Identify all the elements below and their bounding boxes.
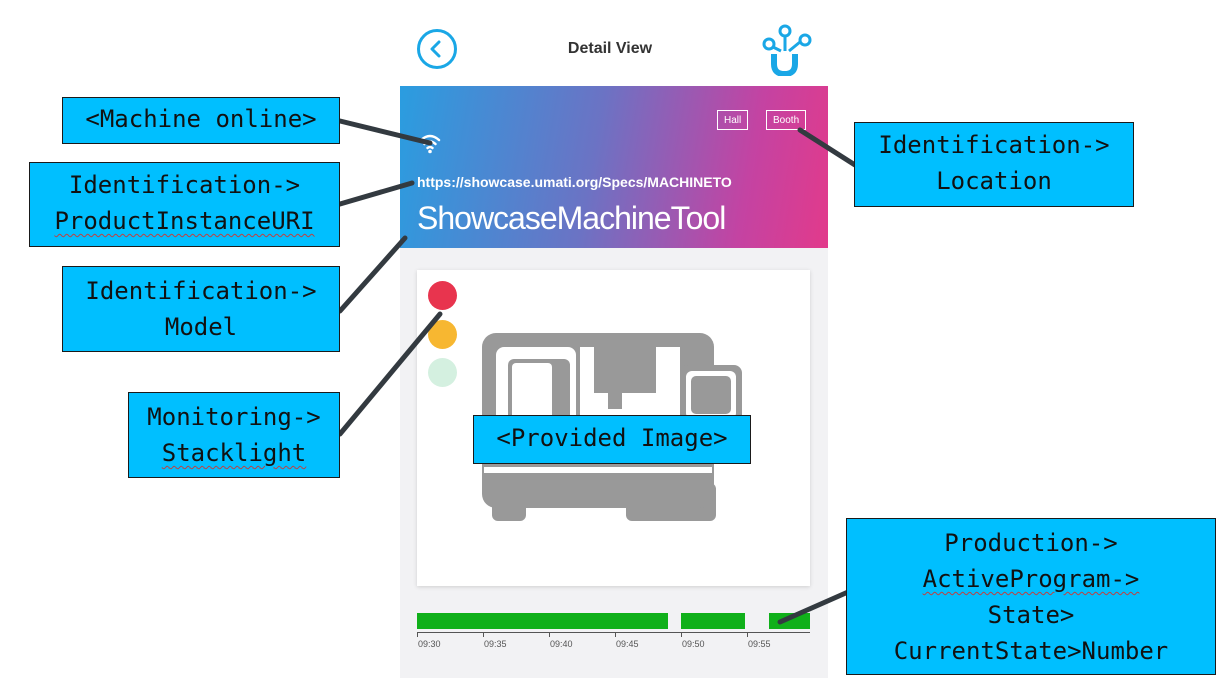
annotation-location: Identification-> Location — [854, 122, 1134, 207]
annotation-machine-online: <Machine online> — [62, 97, 340, 144]
annotation-provided-image: <Provided Image> — [473, 415, 751, 464]
annotation-program-state: Production-> ActiveProgram-> State> Curr… — [846, 518, 1216, 675]
annotation-product-uri: Identification-> ProductInstanceURI — [29, 162, 340, 247]
annotation-model: Identification-> Model — [62, 266, 340, 352]
annotation-stacklight: Monitoring-> Stacklight — [128, 392, 340, 478]
